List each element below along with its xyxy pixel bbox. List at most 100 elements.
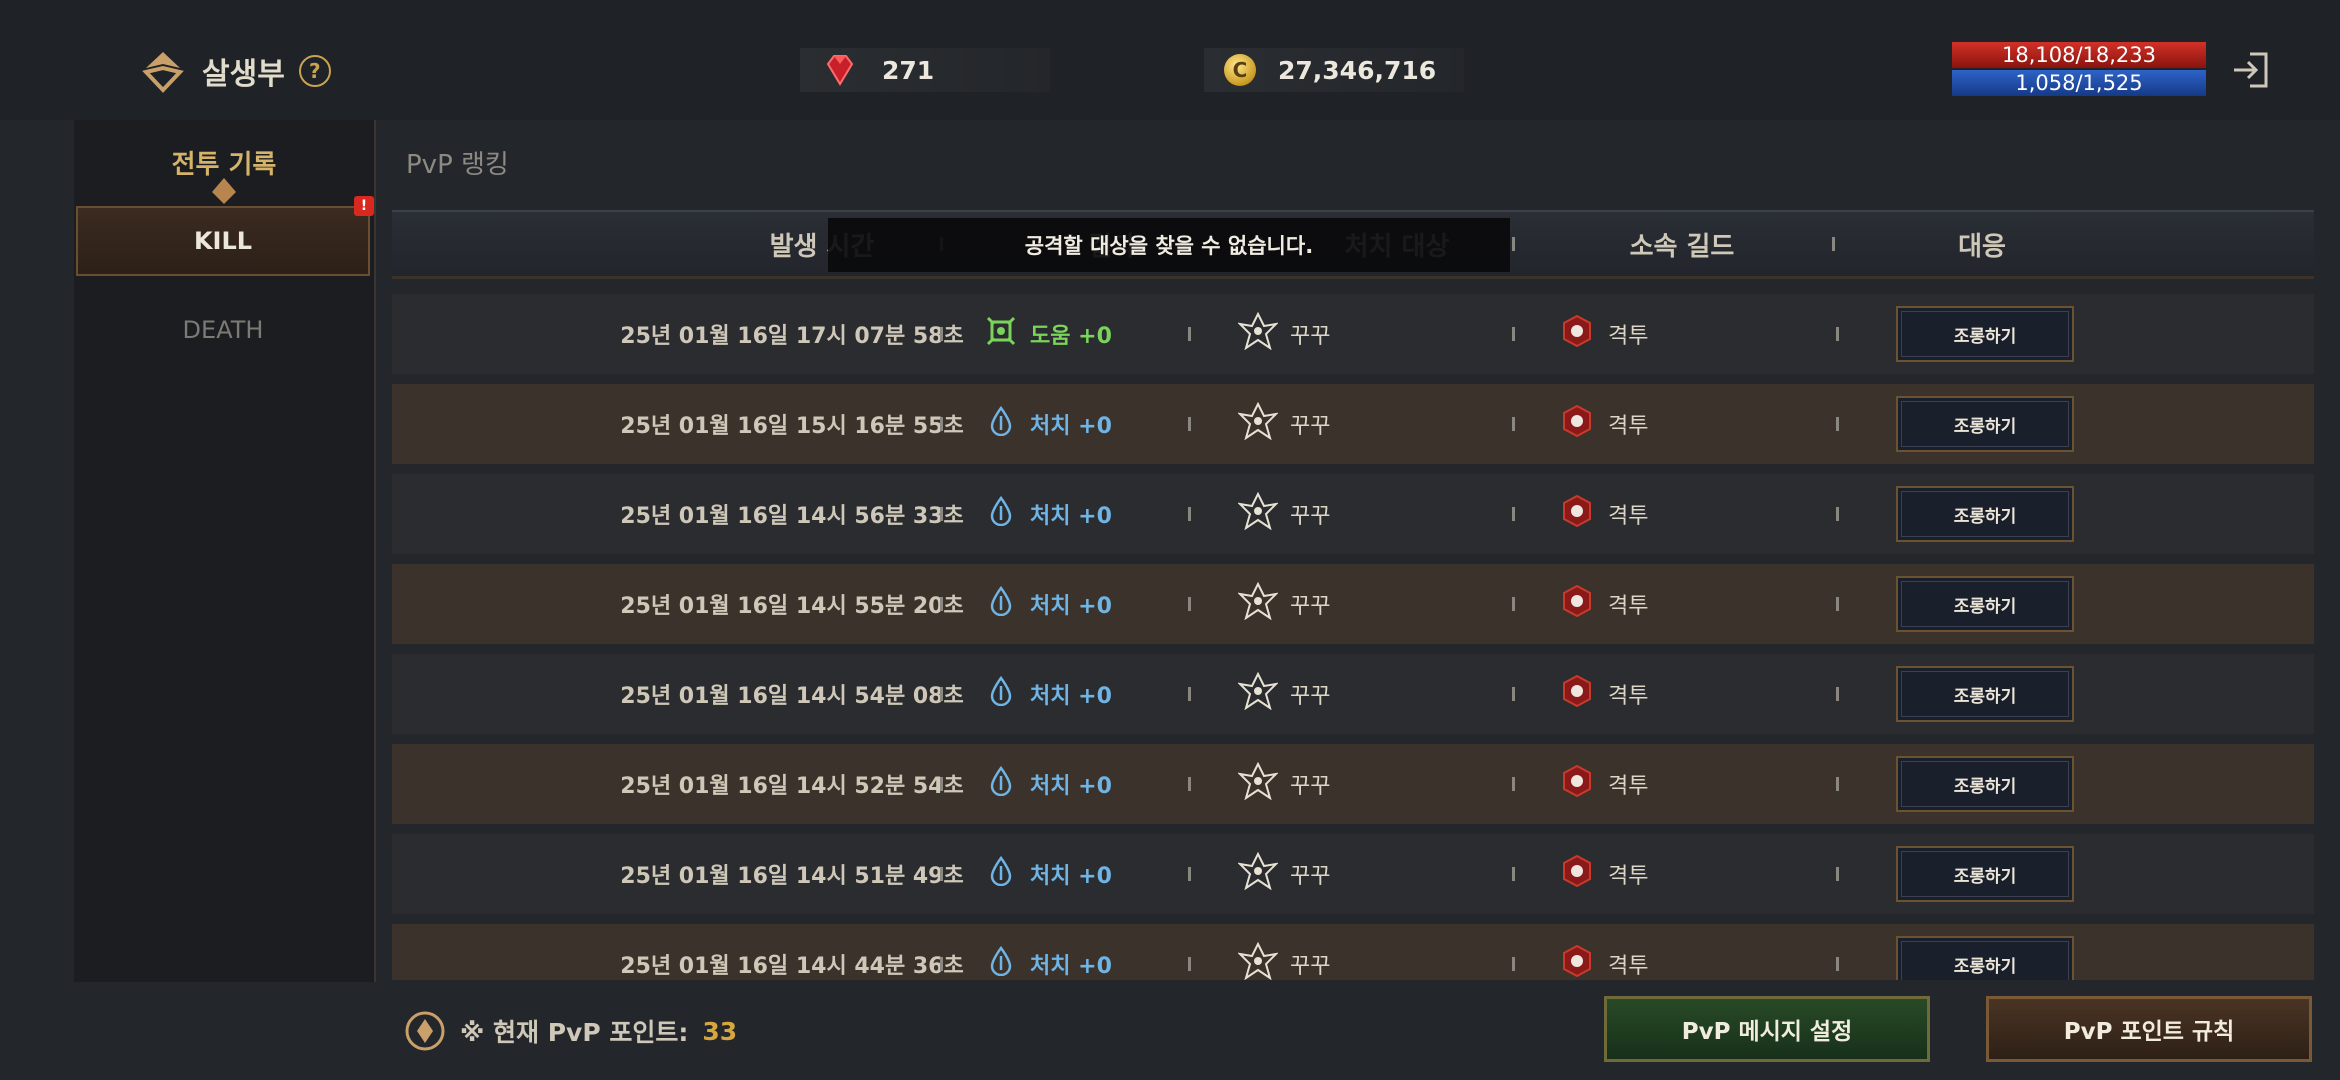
page-title: 살생부	[202, 57, 285, 92]
row-target: 꾸꾸	[1237, 834, 1478, 914]
pvp-message-settings-button[interactable]: PvP 메시지 설정	[1604, 996, 1930, 1062]
class-emblem-icon	[1237, 581, 1279, 626]
pvp-points-label: ※ 현재 PvP 포인트:	[460, 1018, 689, 1047]
table-row: 25년 01월 16일 14시 52분 54초 처치 +0 꾸꾸 격투 조롱하기	[392, 744, 2314, 824]
row-divider	[940, 687, 943, 701]
taunt-button[interactable]: 조롱하기	[1896, 936, 2074, 980]
row-guild: 격투	[1560, 474, 1800, 554]
row-guild: 격투	[1560, 564, 1800, 644]
table-row: 25년 01월 16일 14시 55분 20초 처치 +0 꾸꾸 격투 조롱하기	[392, 564, 2314, 644]
taunt-button[interactable]: 조롱하기	[1896, 576, 2074, 632]
row-divider	[1188, 507, 1191, 521]
target-name: 꾸꾸	[1290, 774, 1331, 799]
row-target: 꾸꾸	[1237, 744, 1478, 824]
guild-emblem-icon	[1560, 494, 1594, 534]
kill-drop-icon	[986, 405, 1016, 442]
row-guild: 격투	[1560, 654, 1800, 734]
taunt-button[interactable]: 조롱하기	[1896, 486, 2074, 542]
sidebar-item-kill[interactable]: KILL	[76, 206, 370, 276]
guild-emblem-icon	[1560, 764, 1594, 804]
kill-drop-icon	[986, 675, 1016, 712]
help-button[interactable]: ?	[298, 55, 331, 87]
row-action: 조롱하기	[1896, 294, 2074, 374]
exit-icon[interactable]	[2228, 48, 2272, 92]
row-target: 꾸꾸	[1237, 654, 1478, 734]
gem-count: 271	[882, 55, 935, 85]
row-divider	[1836, 597, 1839, 611]
target-name: 꾸꾸	[1290, 594, 1331, 619]
row-divider	[1836, 957, 1839, 971]
guild-emblem-icon	[1560, 314, 1594, 354]
row-action: 조롱하기	[1896, 654, 2074, 734]
class-emblem-icon	[1237, 491, 1279, 536]
sidebar-item-death[interactable]: DEATH	[76, 302, 370, 358]
mp-bar: 1,058/1,525	[1952, 70, 2206, 96]
taunt-button[interactable]: 조롱하기	[1896, 666, 2074, 722]
row-divider	[940, 507, 943, 521]
table-row: 25년 01월 16일 17시 07분 58초 도움 +0 꾸꾸 격투 조롱하기	[392, 294, 2314, 374]
pvp-point-icon	[404, 1010, 446, 1052]
row-divider	[940, 417, 943, 431]
kill-drop-icon	[986, 855, 1016, 892]
gold-count: 27,346,716	[1278, 55, 1437, 85]
row-guild: 격투	[1560, 384, 1800, 464]
header-divider	[1512, 237, 1515, 251]
hp-bar: 18,108/18,233	[1952, 42, 2206, 68]
row-guild: 격투	[1560, 924, 1800, 980]
row-divider	[1512, 417, 1515, 431]
result-label: 처치 +0	[1030, 774, 1112, 799]
table-row: 25년 01월 16일 14시 44분 36초 처치 +0 꾸꾸 격투 조롱하기	[392, 924, 2314, 980]
row-divider	[1188, 957, 1191, 971]
gem-counter: 271	[800, 48, 1050, 92]
row-divider	[940, 777, 943, 791]
guild-emblem-icon	[1560, 944, 1594, 980]
row-target: 꾸꾸	[1237, 564, 1478, 644]
class-emblem-icon	[1237, 851, 1279, 896]
row-guild: 격투	[1560, 744, 1800, 824]
row-divider	[1836, 327, 1839, 341]
notification-badge: !	[354, 196, 374, 216]
active-tab-glow-icon	[196, 176, 252, 206]
guild-name: 격투	[1608, 324, 1649, 349]
guild-emblem-icon	[1560, 404, 1594, 444]
row-divider	[1512, 507, 1515, 521]
taunt-button[interactable]: 조롱하기	[1896, 756, 2074, 812]
row-divider	[1836, 687, 1839, 701]
pvp-point-rules-button[interactable]: PvP 포인트 규칙	[1986, 996, 2312, 1062]
row-divider	[1188, 327, 1191, 341]
header-guild: 소속 길드	[1629, 231, 1735, 262]
guild-name: 격투	[1608, 954, 1649, 979]
kill-drop-icon	[986, 585, 1016, 622]
result-label: 처치 +0	[1030, 864, 1112, 889]
guild-emblem-icon	[1560, 854, 1594, 894]
result-label: 처치 +0	[1030, 954, 1112, 979]
row-action: 조롱하기	[1896, 474, 2074, 554]
taunt-button[interactable]: 조롱하기	[1896, 396, 2074, 452]
row-divider	[1512, 327, 1515, 341]
row-action: 조롱하기	[1896, 564, 2074, 644]
kill-log-list: 25년 01월 16일 17시 07분 58초 도움 +0 꾸꾸 격투 조롱하기…	[392, 294, 2314, 980]
top-bar: 살생부 ? 271 C 27,346,716 18,108/18,233 1,0…	[0, 0, 2340, 120]
row-action: 조롱하기	[1896, 384, 2074, 464]
table-row: 25년 01월 16일 14시 56분 33초 처치 +0 꾸꾸 격투 조롱하기	[392, 474, 2314, 554]
table-row: 25년 01월 16일 15시 16분 55초 처치 +0 꾸꾸 격투 조롱하기	[392, 384, 2314, 464]
class-emblem-icon	[1237, 401, 1279, 446]
class-emblem-icon	[1237, 761, 1279, 806]
guild-name: 격투	[1608, 594, 1649, 619]
row-action: 조롱하기	[1896, 924, 2074, 980]
tab-pvp-ranking[interactable]: PvP 랭킹	[406, 144, 509, 181]
guild-name: 격투	[1608, 864, 1649, 889]
row-divider	[1188, 777, 1191, 791]
taunt-button[interactable]: 조롱하기	[1896, 306, 2074, 362]
row-divider	[1512, 687, 1515, 701]
taunt-button[interactable]: 조롱하기	[1896, 846, 2074, 902]
row-divider	[1512, 777, 1515, 791]
guild-emblem-icon	[1560, 674, 1594, 714]
guild-emblem-icon	[1560, 584, 1594, 624]
row-result: 처치 +0	[986, 924, 1226, 980]
row-divider	[1836, 417, 1839, 431]
kill-drop-icon	[986, 765, 1016, 802]
result-label: 처치 +0	[1030, 504, 1112, 529]
book-emblem-icon	[138, 46, 188, 96]
row-divider	[1836, 507, 1839, 521]
